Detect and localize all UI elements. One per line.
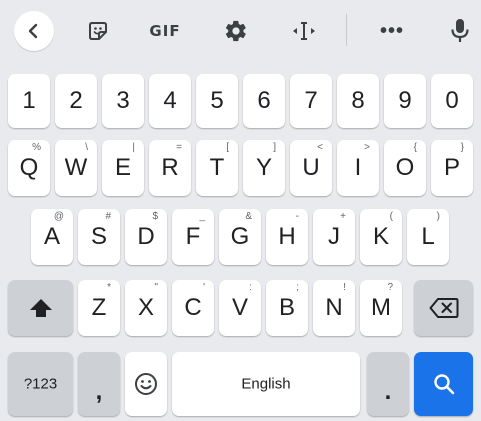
key-l[interactable]: ) L [407,209,449,265]
key-f[interactable]: _ F [172,209,214,265]
shift-key[interactable] [8,280,73,336]
key-c[interactable]: ' C [172,280,214,336]
key-r[interactable]: = R [149,140,191,196]
more-button[interactable]: ••• [370,12,414,50]
space-key[interactable]: English [172,352,360,416]
key-e[interactable]: | E [102,140,144,196]
key-8[interactable]: 8 [337,74,379,128]
key-4[interactable]: 4 [149,74,191,128]
key-w[interactable]: \ W [55,140,97,196]
keyboard: GIF ••• 1 2 3 4 5 6 7 8 9 0 % Q \ W | E … [0,0,481,421]
key-7[interactable]: 7 [290,74,332,128]
key-1[interactable]: 1 [8,74,50,128]
key-q[interactable]: % Q [8,140,50,196]
sticker-button[interactable] [78,12,118,50]
key-o[interactable]: {O [384,140,426,196]
settings-button[interactable] [216,12,256,50]
emoji-icon [135,373,157,395]
key-5[interactable]: 5 [196,74,238,128]
gif-label: GIF [149,22,181,40]
key-j[interactable]: + J [313,209,355,265]
shift-icon-wrap [29,297,53,319]
key-n[interactable]: ! N [313,280,355,336]
key-z[interactable]: * Z [78,280,120,336]
key-p[interactable]: } P [431,140,473,196]
voice-input-button[interactable] [440,12,480,50]
key-x[interactable]: " X [125,280,167,336]
key-t[interactable]: [T [196,140,238,196]
backspace-icon-wrap [429,297,459,319]
emoji-icon-wrap [134,372,158,396]
key-6[interactable]: 6 [243,74,285,128]
key-m[interactable]: ? M [360,280,402,336]
backspace-icon [429,298,458,318]
sticker-icon [89,22,107,40]
gear-icon [225,20,246,42]
microphone-icon [451,19,469,42]
keyboard-toolbar: GIF ••• [0,0,481,62]
key-0[interactable]: 0 [431,74,473,128]
text-cursor-icon [293,22,315,40]
toolbar-divider [346,14,347,46]
key-3[interactable]: 3 [102,74,144,128]
key-h[interactable]: -H [266,209,308,265]
key-a[interactable]: @ A [31,209,73,265]
backspace-key[interactable] [414,280,473,336]
key-i[interactable]: > I [337,140,379,196]
key-s[interactable]: # S [78,209,120,265]
comma-key[interactable]: , [78,352,120,416]
key-b[interactable]: ; B [266,280,308,336]
key-d[interactable]: $ D [125,209,167,265]
more-icon: ••• [379,19,404,42]
back-button[interactable] [14,11,54,51]
key-2[interactable]: 2 [55,74,97,128]
search-icon-wrap [432,372,456,396]
key-y[interactable]: ] Y [243,140,285,196]
gif-button[interactable]: GIF [140,12,190,50]
shift-icon [29,299,52,317]
emoji-key[interactable] [125,352,167,416]
key-g[interactable]: & G [219,209,261,265]
cursor-control-button[interactable] [284,12,324,50]
search-key[interactable] [414,352,473,416]
chevron-left-icon [28,23,38,39]
symbols-key[interactable]: ?123 [8,352,73,416]
key-9[interactable]: 9 [384,74,426,128]
search-icon [433,374,454,395]
period-key[interactable]: . [367,352,409,416]
key-u[interactable]: < U [290,140,332,196]
key-k[interactable]: (K [360,209,402,265]
key-v[interactable]: :V [219,280,261,336]
